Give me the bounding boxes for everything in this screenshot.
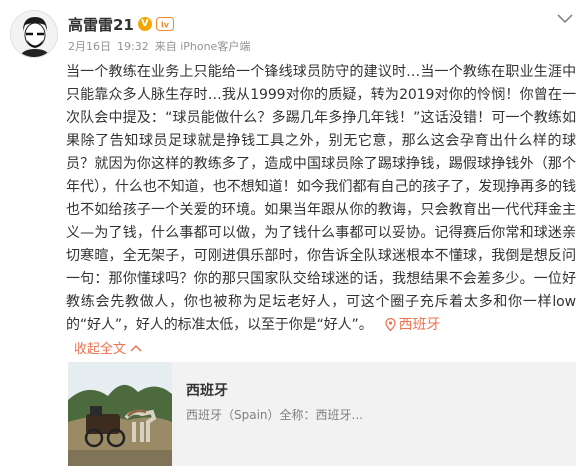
card-thumbnail — [68, 362, 172, 466]
post-source: 来自 iPhone客户端 — [154, 40, 251, 53]
chevron-down-icon[interactable] — [556, 12, 574, 26]
card-description: 西班牙（Spain）全称：西班牙... — [186, 408, 363, 422]
post-body: 当一个教练在业务上只能给一个锋线球员防守的建议时…当一个教练在职业生涯中只能靠众… — [66, 64, 576, 333]
level-badge-text: lv — [161, 21, 170, 30]
carriage-photo — [68, 362, 172, 466]
location-link[interactable]: 西班牙 — [384, 317, 441, 333]
collapse-label: 收起全文 — [74, 342, 127, 357]
chevron-up-icon — [130, 344, 142, 352]
user-name[interactable]: 高雷雷21 — [68, 14, 134, 35]
card-title: 西班牙 — [186, 383, 228, 399]
post-time[interactable]: 19:32 — [117, 40, 149, 53]
post-date[interactable]: 2月16日 — [68, 40, 111, 53]
avatar[interactable] — [10, 10, 58, 58]
level-badge-icon: lv — [155, 17, 174, 31]
location-card[interactable]: 西班牙 西班牙（Spain）全称：西班牙... — [68, 362, 576, 466]
post-text: 当一个教练在业务上只能给一个锋线球员防守的建议时…当一个教练在职业生涯中只能靠众… — [66, 61, 576, 337]
post-header: 高雷雷21 V lv 2月16日 19:32 来自 iPhone客户端 — [68, 12, 548, 54]
location-pin-icon — [384, 318, 396, 331]
post-meta: 2月16日 19:32 来自 iPhone客户端 — [68, 38, 548, 54]
collapse-text-button[interactable]: 收起全文 — [74, 338, 142, 357]
verified-badge-icon: V — [137, 17, 152, 31]
avatar-photo — [11, 11, 57, 57]
location-label: 西班牙 — [398, 317, 441, 333]
